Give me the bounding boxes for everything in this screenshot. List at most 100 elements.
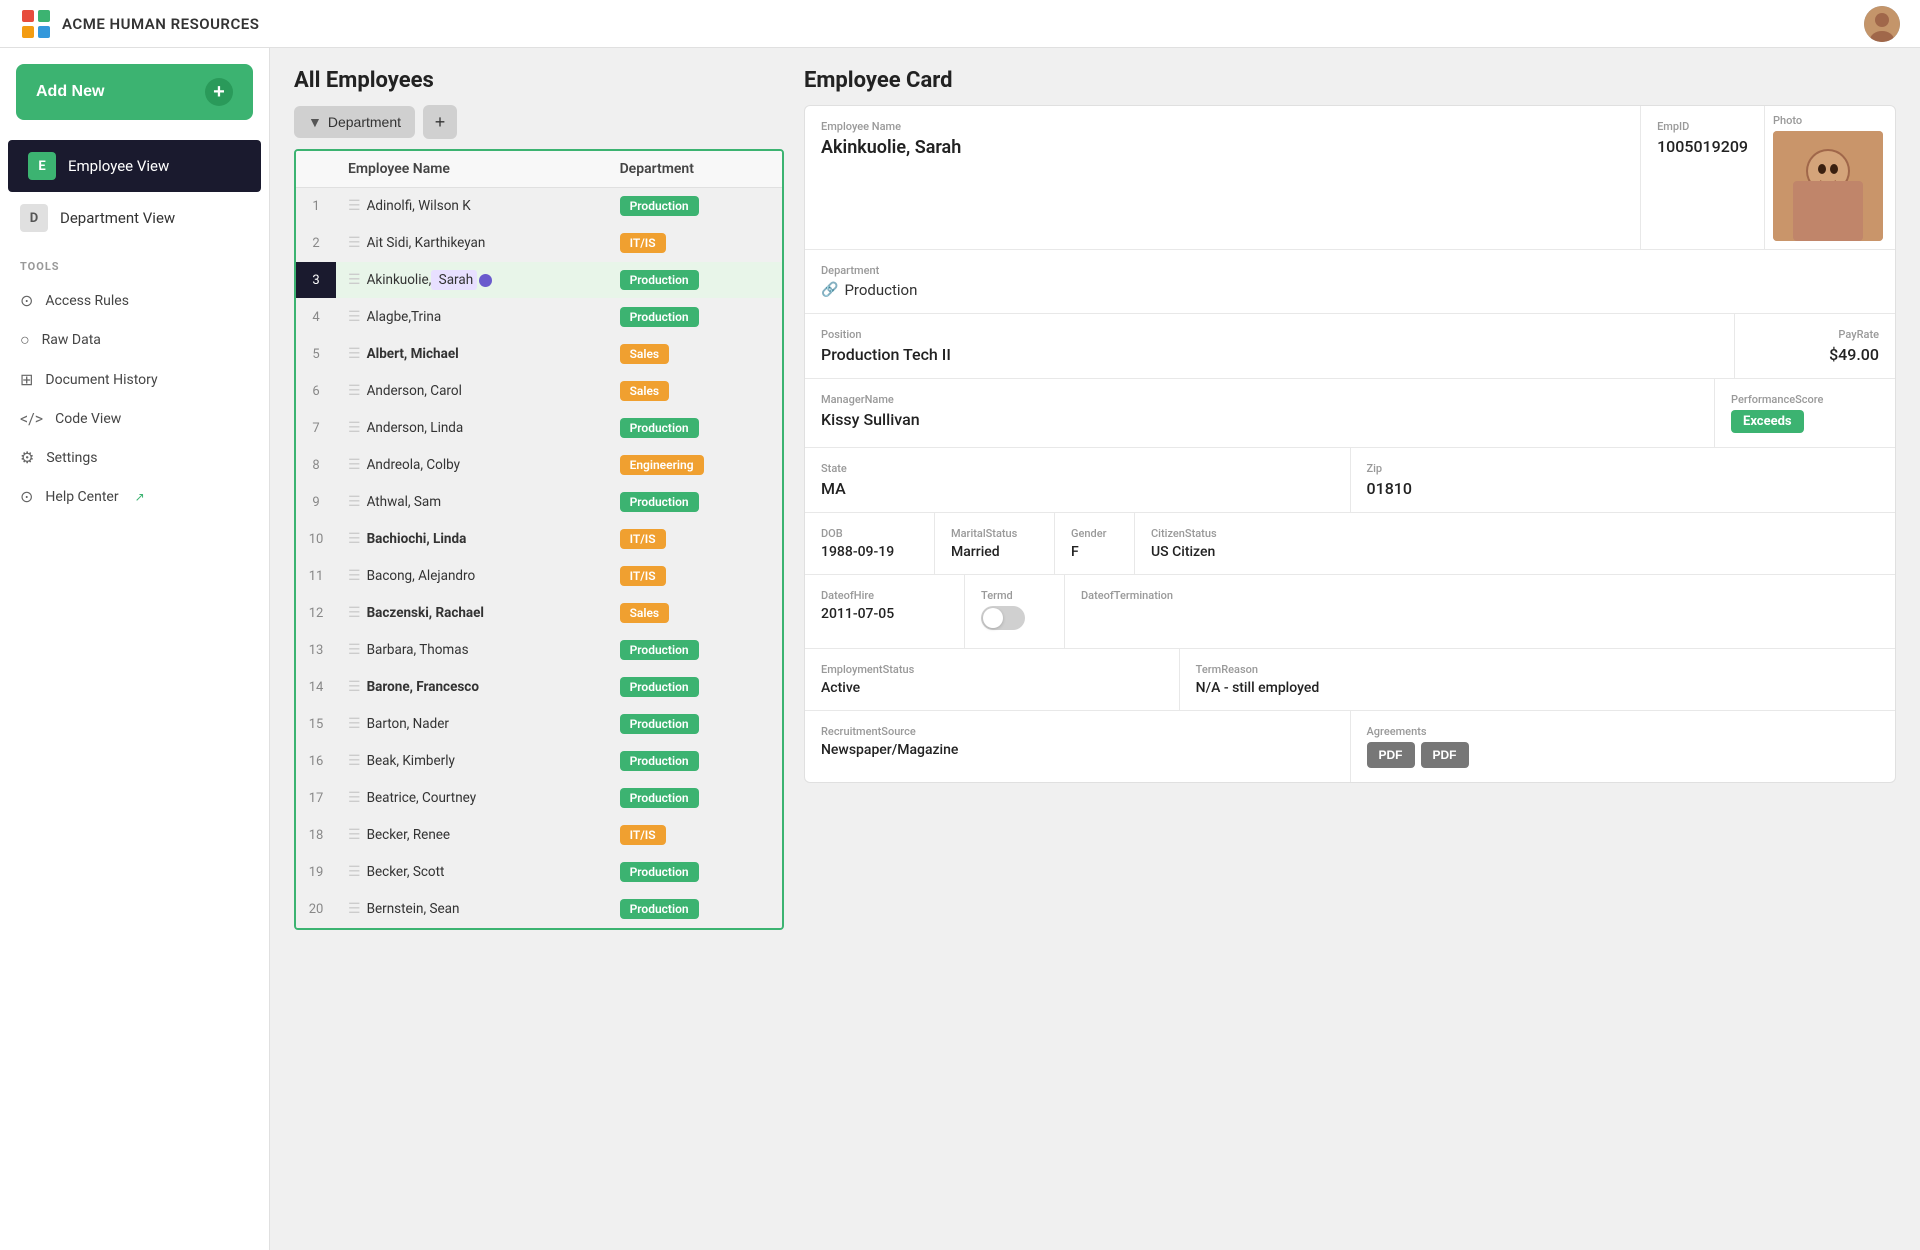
table-row[interactable]: 7 ☰ Anderson, Linda Production — [296, 410, 782, 447]
table-row[interactable]: 14 ☰ Barone, Francesco Production — [296, 669, 782, 706]
sidebar-item-raw-data[interactable]: ○ Raw Data — [0, 320, 269, 360]
row-menu-icon[interactable]: ☰ — [348, 605, 361, 621]
row-name-text: Ait Sidi, Karthikeyan — [367, 235, 486, 251]
tools-label: TOOLS — [0, 244, 269, 281]
table-row[interactable]: 11 ☰ Bacong, Alejandro IT/IS — [296, 558, 782, 595]
row-menu-icon[interactable]: ☰ — [348, 198, 361, 214]
department-filter-button[interactable]: ▼ Department — [294, 106, 415, 138]
card-value-citizen: US Citizen — [1151, 544, 1879, 560]
agreements-buttons: PDF PDF — [1367, 742, 1880, 768]
row-name: ☰ Becker, Scott — [336, 854, 608, 891]
card-cell-payrate: PayRate $49.00 — [1735, 314, 1895, 378]
row-menu-icon[interactable]: ☰ — [348, 642, 361, 658]
row-dept: Production — [608, 780, 782, 817]
row-menu-icon[interactable]: ☰ — [348, 568, 361, 584]
table-row[interactable]: 1 ☰ Adinolfi, Wilson K Production — [296, 188, 782, 225]
card-cell-termd: Termd — [965, 575, 1065, 648]
layout: Add New + E Employee View D Department V… — [0, 48, 1920, 1250]
table-row[interactable]: 6 ☰ Anderson, Carol Sales — [296, 373, 782, 410]
row-name-text: Anderson, Carol — [367, 383, 462, 399]
card-label-empstatus: EmploymentStatus — [821, 663, 1163, 676]
sidebar-item-settings[interactable]: ⚙ Settings — [0, 438, 269, 477]
sidebar-item-code-view[interactable]: </> Code View — [0, 399, 269, 438]
row-dept: Production — [608, 262, 782, 299]
table-row[interactable]: 20 ☰ Bernstein, Sean Production — [296, 891, 782, 928]
table-row[interactable]: 8 ☰ Andreola, Colby Engineering — [296, 447, 782, 484]
row-menu-icon[interactable]: ☰ — [348, 420, 361, 436]
row-menu-icon[interactable]: ☰ — [348, 679, 361, 695]
table-row[interactable]: 18 ☰ Becker, Renee IT/IS — [296, 817, 782, 854]
filter-bar: ▼ Department + — [294, 105, 784, 139]
termd-toggle[interactable] — [981, 606, 1025, 630]
table-row[interactable]: 4 ☰ Alagbe,Trina Production — [296, 299, 782, 336]
table-row[interactable]: 15 ☰ Barton, Nader Production — [296, 706, 782, 743]
table-row[interactable]: 2 ☰ Ait Sidi, Karthikeyan IT/IS — [296, 225, 782, 262]
row-menu-icon[interactable]: ☰ — [348, 309, 361, 325]
row-dept: Production — [608, 484, 782, 521]
row-name-text: Andreola, Colby — [367, 457, 460, 473]
card-value-zip: 01810 — [1367, 479, 1880, 498]
add-new-button[interactable]: Add New + — [16, 64, 253, 120]
table-row[interactable]: 19 ☰ Becker, Scott Production — [296, 854, 782, 891]
sidebar-item-help-center[interactable]: ⊙ Help Center ↗ — [0, 477, 269, 516]
row-menu-icon[interactable]: ☰ — [348, 716, 361, 732]
row-menu-icon[interactable]: ☰ — [348, 753, 361, 769]
main-content: All Employees ▼ Department + Employee Na… — [270, 48, 1920, 1250]
row-num: 8 — [296, 447, 336, 484]
row-menu-icon[interactable]: ☰ — [348, 864, 361, 880]
row-menu-icon[interactable]: ☰ — [348, 901, 361, 917]
row-menu-icon[interactable]: ☰ — [348, 346, 361, 362]
add-column-button[interactable]: + — [423, 105, 457, 139]
employee-list-title: All Employees — [294, 68, 784, 93]
row-menu-icon[interactable]: ☰ — [348, 494, 361, 510]
table-row[interactable]: 13 ☰ Barbara, Thomas Production — [296, 632, 782, 669]
row-menu-icon[interactable]: ☰ — [348, 457, 361, 473]
row-name-text: Bachiochi, Linda — [367, 531, 467, 547]
dept-badge: Production — [620, 714, 699, 734]
card-cell-position: Position Production Tech II — [805, 314, 1735, 378]
raw-data-icon: ○ — [20, 330, 30, 350]
row-menu-icon[interactable]: ☰ — [348, 272, 361, 288]
table-row[interactable]: 17 ☰ Beatrice, Courtney Production — [296, 780, 782, 817]
row-name-text: Alagbe,Trina — [367, 309, 442, 325]
table-row[interactable]: 10 ☰ Bachiochi, Linda IT/IS — [296, 521, 782, 558]
row-menu-icon[interactable]: ☰ — [348, 383, 361, 399]
table-row[interactable]: 12 ☰ Baczenski, Rachael Sales — [296, 595, 782, 632]
employee-table-container: Employee Name Department 1 ☰ Adinolfi, W… — [294, 149, 784, 930]
agreement-pdf-button-2[interactable]: PDF — [1421, 742, 1469, 768]
dept-badge: Production — [620, 418, 699, 438]
row-menu-icon[interactable]: ☰ — [348, 827, 361, 843]
table-row[interactable]: 3 ☰ Akinkuolie, Sarah Production — [296, 262, 782, 299]
card-value-performance: Exceeds — [1731, 410, 1879, 433]
row-menu-icon[interactable]: ☰ — [348, 235, 361, 251]
row-name: ☰ Barone, Francesco — [336, 669, 608, 706]
sidebar-item-access-rules[interactable]: ⊙ Access Rules — [0, 281, 269, 320]
row-dept: Production — [608, 299, 782, 336]
app-title: ACME Human Resources — [62, 15, 259, 33]
row-dept: Engineering — [608, 447, 782, 484]
code-view-label: Code View — [55, 411, 121, 427]
help-center-icon: ⊙ — [20, 487, 33, 506]
agreement-pdf-button-1[interactable]: PDF — [1367, 742, 1415, 768]
table-row[interactable]: 5 ☰ Albert, Michael Sales — [296, 336, 782, 373]
dept-badge: Production — [620, 788, 699, 808]
row-menu-icon[interactable]: ☰ — [348, 531, 361, 547]
sidebar-item-department-view[interactable]: D Department View — [0, 192, 269, 244]
user-avatar[interactable] — [1864, 6, 1900, 42]
table-row[interactable]: 9 ☰ Athwal, Sam Production — [296, 484, 782, 521]
card-cell-performance: PerformanceScore Exceeds — [1715, 379, 1895, 447]
row-name-text: Becker, Renee — [367, 827, 451, 843]
card-label-photo: Photo — [1773, 114, 1887, 127]
row-menu-icon[interactable]: ☰ — [348, 790, 361, 806]
sidebar: Add New + E Employee View D Department V… — [0, 48, 270, 1250]
row-num: 20 — [296, 891, 336, 928]
card-label-marital: MaritalStatus — [951, 527, 1038, 540]
col-num — [296, 151, 336, 188]
access-rules-label: Access Rules — [45, 293, 129, 309]
table-row[interactable]: 16 ☰ Beak, Kimberly Production — [296, 743, 782, 780]
row-num: 19 — [296, 854, 336, 891]
card-row-recruit: RecruitmentSource Newspaper/Magazine Agr… — [805, 711, 1895, 782]
topbar: ACME Human Resources — [0, 0, 1920, 48]
sidebar-item-document-history[interactable]: ⊞ Document History — [0, 360, 269, 399]
sidebar-item-employee-view[interactable]: E Employee View — [8, 140, 261, 192]
